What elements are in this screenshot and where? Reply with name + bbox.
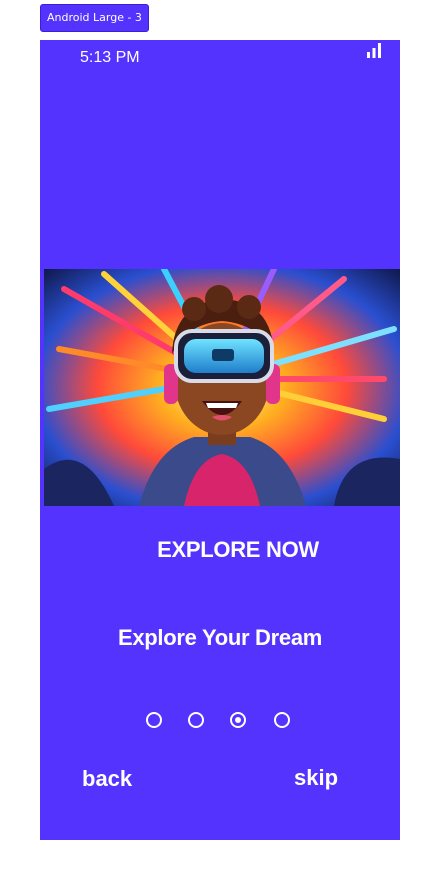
- signal-icon: [367, 43, 381, 58]
- pager-dots: [146, 712, 296, 732]
- pager-dot-1[interactable]: [146, 712, 162, 728]
- pager-dot-3-active[interactable]: [230, 712, 246, 728]
- status-time: 5:13 PM: [80, 49, 140, 66]
- pager-dot-2[interactable]: [188, 712, 204, 728]
- frame-label: Android Large - 3: [40, 4, 149, 32]
- explore-now-heading: EXPLORE NOW: [157, 537, 319, 562]
- pager-dot-4[interactable]: [274, 712, 290, 728]
- onboarding-screen: 5:13 PM EXPLORE NOW Explore Your Dream b…: [40, 40, 400, 840]
- subtitle: Explore Your Dream: [117, 625, 323, 650]
- back-button[interactable]: back: [82, 766, 132, 792]
- vr-kid-illustration: [44, 269, 400, 506]
- skip-button[interactable]: skip: [294, 765, 338, 791]
